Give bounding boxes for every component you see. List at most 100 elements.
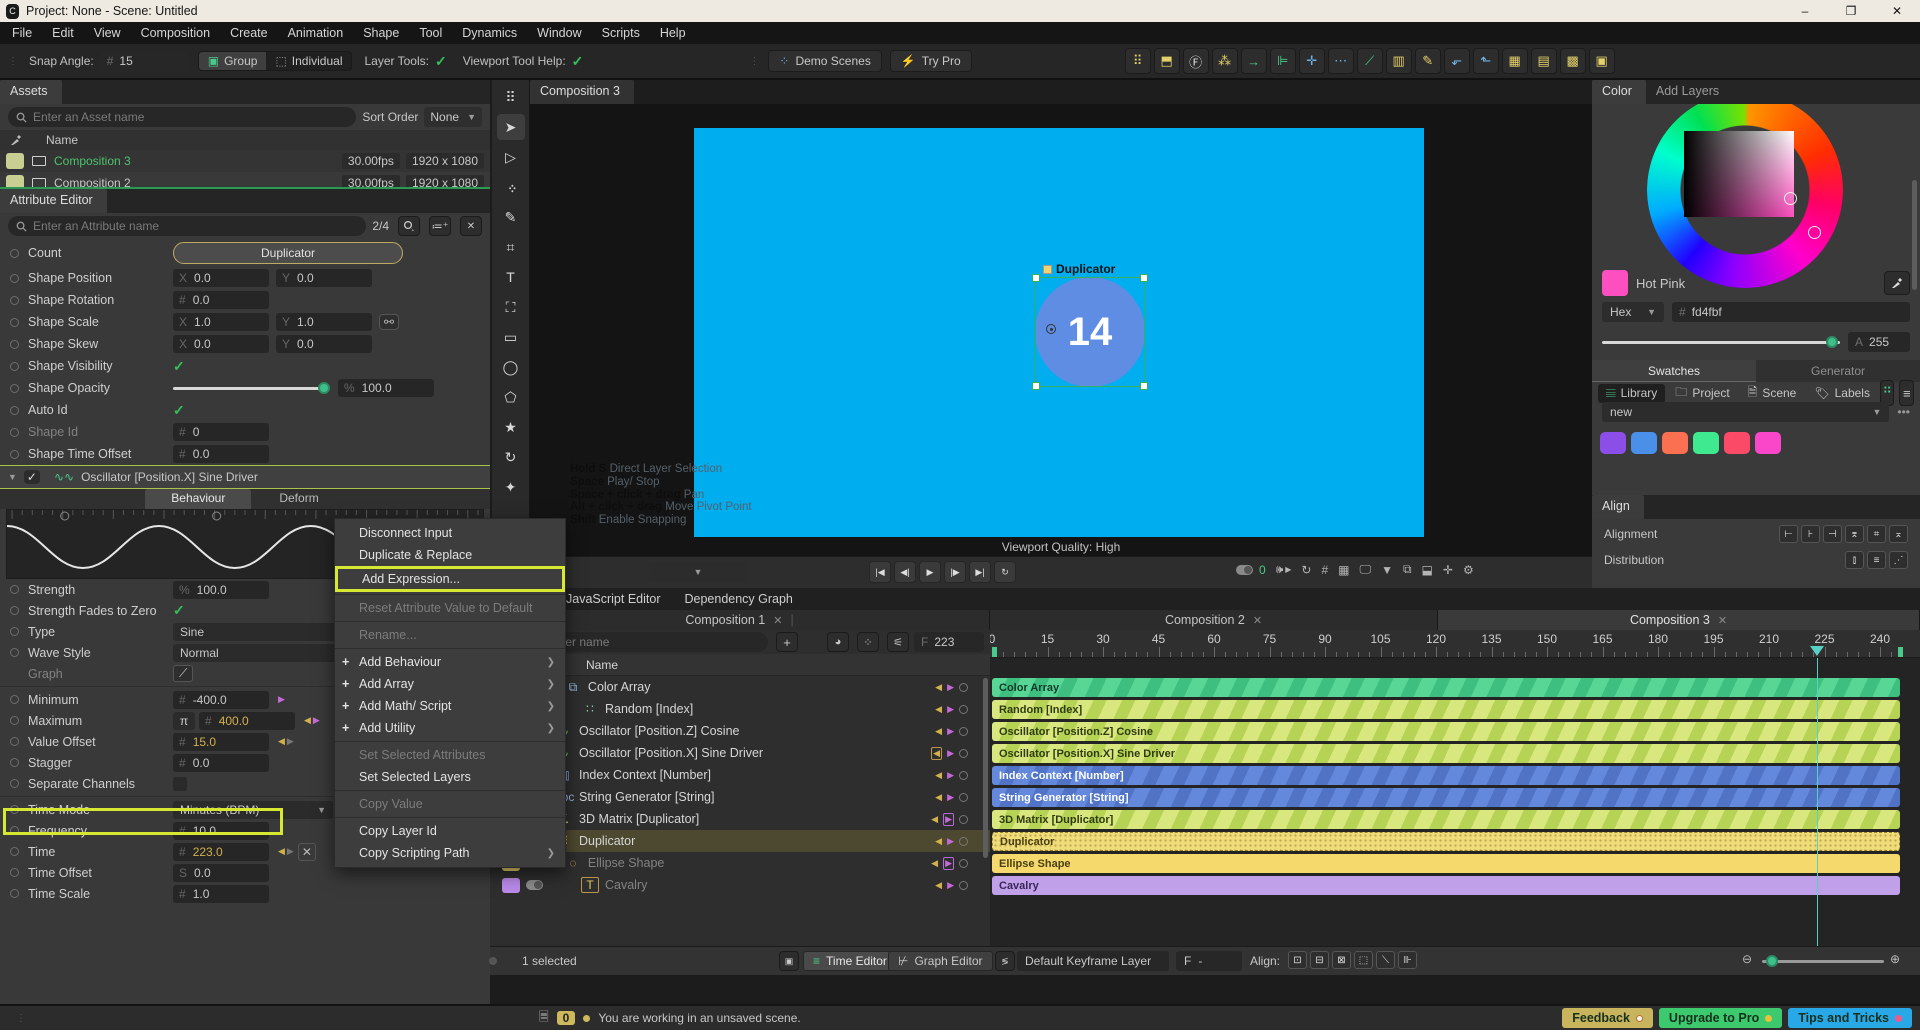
opacity-slider[interactable] [173,381,330,394]
next-frame-button[interactable]: |▶ [944,561,966,583]
color-swatch[interactable] [1631,432,1657,454]
timeline-bar-random-index-[interactable]: Random [Index] [992,700,1900,719]
menu-create[interactable]: Create [230,26,268,40]
attribute-dot-icon[interactable] [10,273,19,283]
direct-select-tool-icon[interactable]: ▷ [497,144,525,170]
input-connection-icon[interactable]: ◀ [935,682,942,693]
menu-composition[interactable]: Composition [141,26,210,40]
chevron-down-icon[interactable]: ▼ [1381,563,1393,577]
menu-item-add-array[interactable]: + Add Array ❯ [335,673,565,695]
pen-tool-icon[interactable]: ✎ [1414,48,1441,74]
output-connection-icon[interactable]: ▶ [278,694,285,705]
input-connection-icon[interactable]: ◀ [278,736,285,747]
snap-grid-icon[interactable]: ✛ [1443,563,1453,577]
selection-handle[interactable] [1032,274,1040,282]
output-connection-icon[interactable]: ▶ [943,856,954,870]
maximize-button[interactable]: ❐ [1828,4,1874,18]
zoom-in-icon[interactable]: ⊕ [1890,952,1900,966]
menu-scripts[interactable]: Scripts [602,26,640,40]
attribute-dot-icon[interactable] [10,826,19,835]
color-wheel[interactable] [1592,104,1920,404]
viewport-preset-dropdown[interactable]: ▼ [649,562,747,582]
attribute-dot-icon[interactable] [10,383,19,393]
input-connection-icon[interactable]: ◀ [931,746,943,760]
hex-mode-dropdown[interactable]: Hex ▼ [1602,302,1664,322]
composition-2-tab[interactable]: Composition 2 ✕ [990,610,1438,630]
menu-help[interactable]: Help [660,26,686,40]
checkbox-checked-icon[interactable]: ✓ [173,358,185,375]
attribute-field[interactable]: S 0.0 [173,863,269,882]
menu-item-duplicate-replace[interactable]: Duplicate & Replace [335,544,565,566]
viewport-tool-help-checkbox[interactable]: ✓ [572,53,584,70]
attribute-field[interactable]: Y 0.0 [276,269,372,287]
attribute-field[interactable]: X 0.0 [173,269,269,287]
menu-shape[interactable]: Shape [363,26,399,40]
keyframe-layer-icon[interactable]: ≶ [995,951,1015,971]
attribute-field[interactable]: #10.0 [173,821,269,840]
composition-canvas[interactable]: 14 Duplicator [694,128,1424,537]
prev-frame-button[interactable]: ◀| [894,561,916,583]
work-area-marker[interactable] [1898,647,1903,657]
more-options-icon[interactable]: ••• [1897,405,1910,419]
falloff-icon[interactable]: Ⓕ [1182,48,1209,74]
menu-item-add-math-script[interactable]: + Add Math/ Script ❯ [335,695,565,717]
camera-tool-icon[interactable]: ⌗ [497,234,525,260]
solo-filter-icon[interactable]: ◕ [827,632,849,652]
align-button-3[interactable]: ⌆ [1845,525,1864,543]
attribute-field[interactable]: #0.0 [173,753,269,772]
alpha-slider-knob[interactable] [1826,335,1838,348]
sort-order-select[interactable]: None ▼ [424,107,482,127]
grid-cells-icon[interactable]: ▩ [1559,48,1586,74]
output-connection-icon[interactable]: ▶ [287,846,294,857]
speaker-icon[interactable]: 🕪 [1276,562,1284,577]
rows-icon[interactable]: ▤ [1530,48,1557,74]
count-duplicator-button[interactable]: Duplicator [173,242,403,264]
attribute-dot-icon[interactable] [10,716,19,725]
menu-edit[interactable]: Edit [52,26,74,40]
asset-row[interactable]: Composition 3 30.00fps 1920 x 1080 [0,150,490,172]
pick-whip-icon[interactable] [398,216,420,236]
add-list-icon[interactable]: ≔⁺ [429,216,451,236]
output-connection-icon[interactable]: ▶ [947,682,954,693]
chevron-right-icon[interactable]: ▶ [1285,565,1291,574]
attribute-field[interactable]: # -400.0 [173,690,269,709]
attribute-field[interactable]: X 1.0 [173,313,269,331]
group-toggle[interactable]: ▣ Group [198,52,267,70]
menu-file[interactable]: File [12,26,32,40]
rotate-tool-icon[interactable]: ↻ [497,444,525,470]
visibility-pill-icon[interactable] [1236,564,1253,575]
filter-settings-icon[interactable]: ⚟ [887,632,909,652]
settings-gear-icon[interactable]: ⚙ [1463,563,1474,577]
keyframe-layer-field[interactable]: Default Keyframe Layer [1017,951,1169,971]
input-connection-icon[interactable]: ◀ [931,858,938,869]
timeline-bar-string-generator-string-[interactable]: String Generator [String] [992,788,1900,807]
asset-search-input[interactable]: Enter an Asset name [8,107,357,127]
color-swatch[interactable] [1662,432,1688,454]
add-layers-tab[interactable]: Add Layers [1646,80,1733,104]
select-tool-icon[interactable]: ➤ [496,114,525,140]
attribute-editor-tab[interactable]: Attribute Editor [0,189,107,213]
output-connection-icon[interactable]: ▶ [947,836,954,847]
close-button[interactable]: ✕ [1874,4,1920,18]
attribute-field[interactable]: % 100.0 [173,580,269,599]
screen-icon[interactable]: ▦ [1338,563,1349,577]
attribute-dot-icon[interactable] [10,405,19,415]
trim-icon[interactable]: ▥ [1385,48,1412,74]
timeline-bar-duplicator[interactable]: Duplicator [992,832,1900,851]
output-connection-icon[interactable]: ▶ [943,812,954,826]
layer-tools-checkbox[interactable]: ✓ [435,53,447,70]
timeline-bar-3d-matrix-duplicator-[interactable]: 3D Matrix [Duplicator] [992,810,1900,829]
selection-handle[interactable] [1032,382,1040,390]
menu-item-disconnect-input[interactable]: Disconnect Input [335,522,565,544]
viewport-composition-tab[interactable]: Composition 3 [530,80,634,104]
input-connection-icon[interactable]: ◀ [931,814,938,825]
render-flag-icon[interactable] [959,748,968,758]
selection-handle[interactable] [1140,274,1148,282]
dots-h-icon[interactable]: ⋯ [1327,48,1354,74]
snapshot-icon[interactable]: ⬓ [1422,563,1433,577]
kf-align-button-1[interactable]: ⊟ [1310,951,1329,969]
zoom-out-icon[interactable]: ⊖ [1742,952,1752,966]
dock-options-icon[interactable]: ▣ [779,951,799,971]
individual-toggle[interactable]: ⬚ Individual [266,52,351,70]
oscillator-layer-header[interactable]: ▼ ✓ ∿∿ Oscillator [Position.X] Sine Driver [0,465,490,489]
